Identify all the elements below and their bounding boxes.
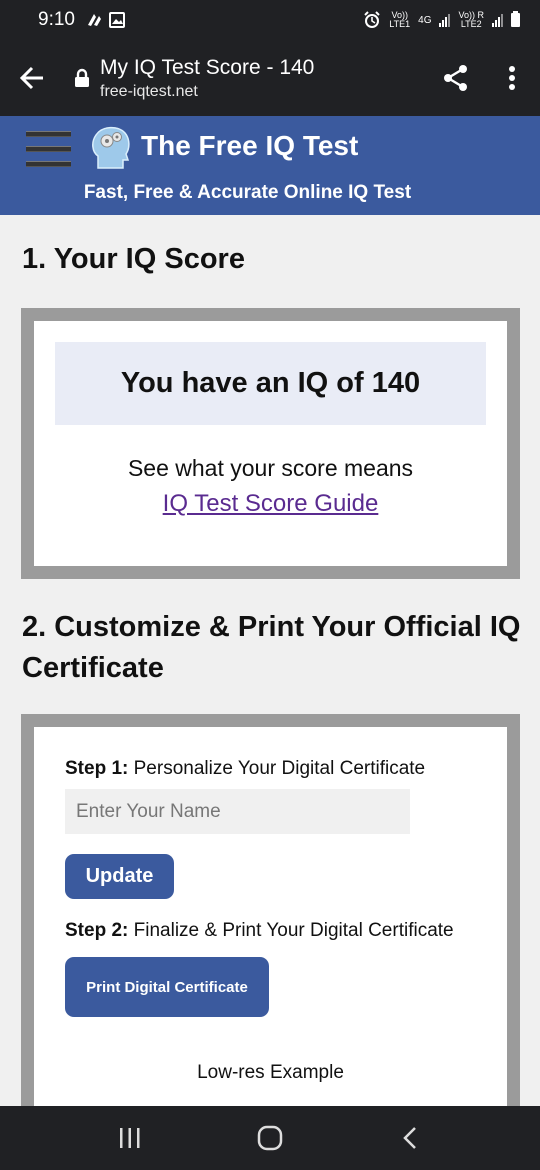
site-name[interactable]: The Free IQ Test <box>141 130 358 162</box>
status-system-icons: Vo)) LTE1 4G Vo)) R LTE2 <box>363 11 520 29</box>
recent-apps-button[interactable] <box>100 1108 160 1168</box>
page-domain: free-iqtest.net <box>100 82 198 100</box>
iq-score-box: You have an IQ of 140 <box>55 342 486 425</box>
certificate-frame: Step 1: Personalize Your Digital Certifi… <box>21 714 520 1170</box>
step2-description: Finalize & Print Your Digital Certificat… <box>128 920 454 941</box>
score-heading: 1. Your IQ Score <box>22 243 245 275</box>
certificate-heading: 2. Customize & Print Your Official IQ Ce… <box>22 611 521 684</box>
back-button[interactable] <box>0 40 64 116</box>
brain-logo-icon[interactable] <box>90 124 132 170</box>
image-icon <box>108 12 125 28</box>
browser-toolbar: My IQ Test Score - 140 free-iqtest.net <box>0 40 540 116</box>
iq-score-text: You have an IQ of 140 <box>120 367 421 399</box>
url-bar[interactable]: My IQ Test Score - 140 free-iqtest.net <box>100 56 428 101</box>
menu-button[interactable] <box>26 131 71 167</box>
site-tagline: Fast, Free & Accurate Online IQ Test <box>83 182 412 203</box>
print-certificate-button[interactable]: Print Digital Certificate <box>65 957 269 1017</box>
back-nav-button[interactable] <box>380 1108 440 1168</box>
share-icon <box>444 65 467 91</box>
step2-text: Step 2: Finalize & Print Your Digital Ce… <box>65 920 454 942</box>
home-icon <box>257 1125 283 1151</box>
battery-icon <box>511 11 520 27</box>
alarm-icon <box>364 11 381 28</box>
network-type-label: 4G <box>418 14 432 26</box>
site-header: The Free IQ Test Fast, Free & Accurate O… <box>0 116 540 215</box>
step1-text: Step 1: Personalize Your Digital Certifi… <box>65 758 425 780</box>
home-button[interactable] <box>240 1108 300 1168</box>
signal-strength-icon <box>492 13 503 27</box>
share-button[interactable] <box>428 40 484 116</box>
update-button[interactable]: Update <box>65 854 174 899</box>
example-caption: Low-res Example <box>197 1062 344 1083</box>
score-guide-link[interactable]: IQ Test Score Guide <box>34 490 507 518</box>
page-title: My IQ Test Score - 140 <box>100 55 315 79</box>
sim2-label: Vo)) R LTE2 <box>458 10 484 29</box>
certificate-panel: Step 1: Personalize Your Digital Certifi… <box>34 727 507 1170</box>
status-notification-icons <box>85 12 125 28</box>
status-time: 9:10 <box>38 9 75 30</box>
status-bar: 9:10 Vo)) LTE1 4G Vo)) R LTE2 <box>0 0 540 40</box>
lock-icon[interactable] <box>64 68 100 88</box>
score-meaning-text: See what your score means <box>127 455 414 481</box>
recent-apps-icon <box>120 1128 140 1148</box>
signal-strength-icon <box>439 13 451 27</box>
arrow-left-icon <box>19 66 43 90</box>
step1-label: Step 1: <box>65 758 129 779</box>
more-vertical-icon <box>509 66 515 90</box>
more-options-button[interactable] <box>484 40 540 116</box>
sim1-label: Vo)) LTE1 <box>389 10 411 29</box>
name-input[interactable] <box>65 789 410 834</box>
app-notification-icon <box>87 14 101 26</box>
chevron-left-icon <box>403 1127 416 1149</box>
system-nav-bar <box>0 1106 540 1170</box>
step2-label: Step 2: <box>65 920 129 941</box>
score-frame: You have an IQ of 140 See what your scor… <box>21 308 520 579</box>
score-panel: You have an IQ of 140 See what your scor… <box>34 321 507 566</box>
step1-description: Personalize Your Digital Certificate <box>128 758 426 779</box>
